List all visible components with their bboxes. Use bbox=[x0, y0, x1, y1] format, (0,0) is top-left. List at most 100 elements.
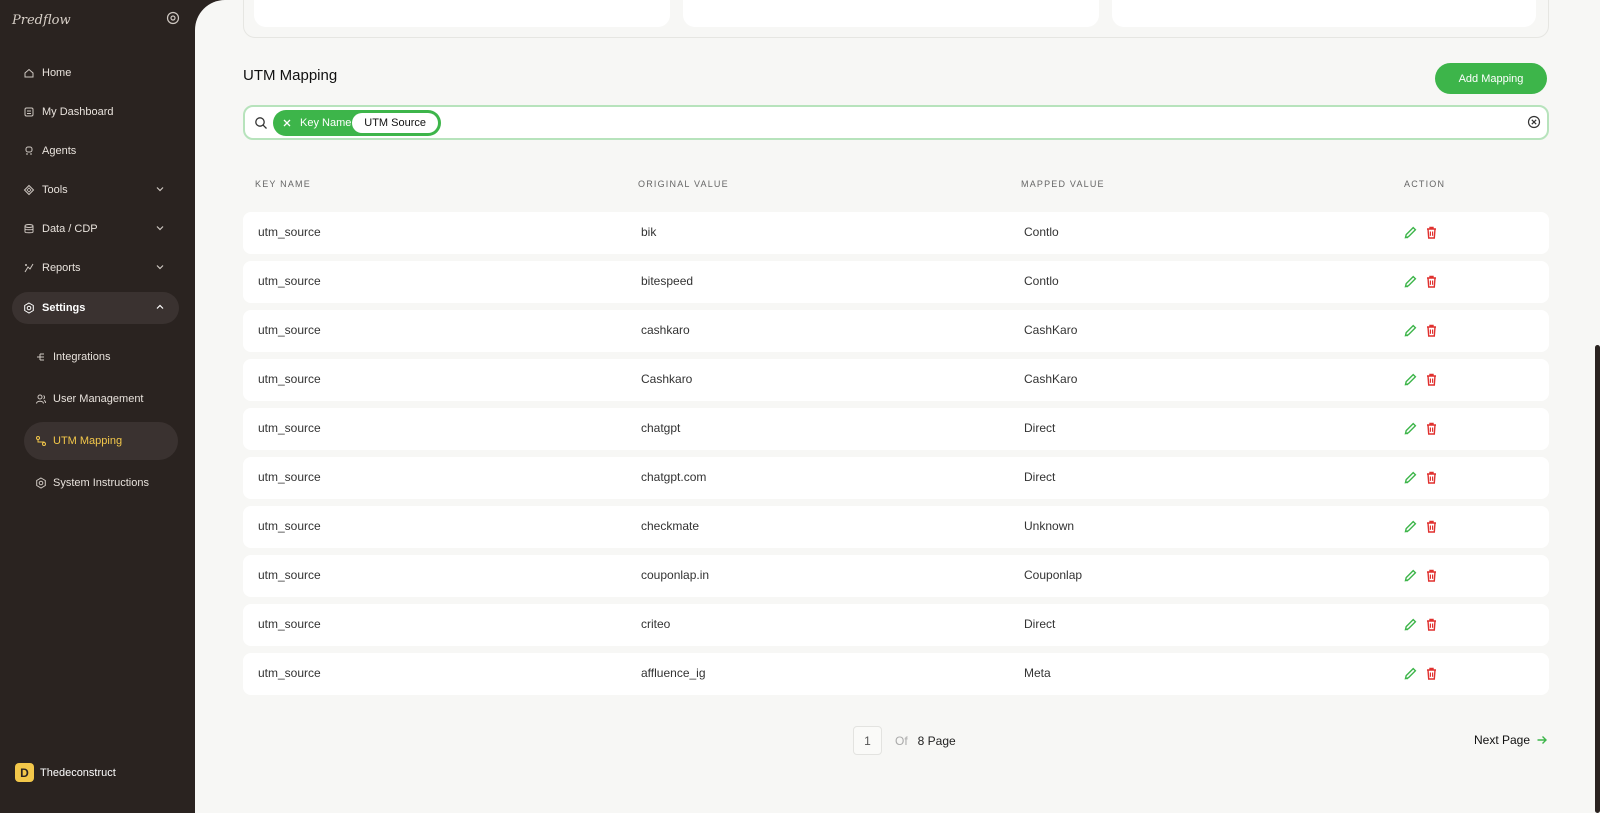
sidebar-subitem-label: User Management bbox=[53, 393, 144, 405]
user-account[interactable]: D Thedeconstruct bbox=[15, 763, 116, 782]
row-actions bbox=[1403, 274, 1445, 289]
delete-icon[interactable] bbox=[1424, 666, 1439, 681]
delete-icon[interactable] bbox=[1424, 421, 1439, 436]
table-row: utm_source criteo Direct bbox=[243, 604, 1549, 646]
chevron-down-icon bbox=[156, 265, 164, 270]
table-row: utm_source checkmate Unknown bbox=[243, 506, 1549, 548]
column-header-key-name: KEY NAME bbox=[255, 179, 311, 189]
edit-icon[interactable] bbox=[1403, 568, 1418, 583]
cell-key-name: utm_source bbox=[258, 323, 321, 337]
table-row: utm_source chatgpt Direct bbox=[243, 408, 1549, 450]
sidebar-item-home[interactable]: Home bbox=[12, 57, 179, 89]
delete-icon[interactable] bbox=[1424, 519, 1439, 534]
edit-icon[interactable] bbox=[1403, 617, 1418, 632]
mapping-icon bbox=[35, 435, 47, 447]
filter-key: Key Name bbox=[300, 117, 352, 129]
cell-original-value: cashkaro bbox=[641, 323, 690, 337]
pagination-of: Of bbox=[895, 733, 908, 748]
filter-value[interactable]: UTM Source bbox=[352, 113, 438, 133]
integrations-icon bbox=[35, 351, 47, 363]
cell-mapped-value: Contlo bbox=[1024, 225, 1059, 239]
page-number-input[interactable]: 1 bbox=[853, 726, 882, 755]
sidebar-item-tools[interactable]: Tools bbox=[12, 174, 179, 206]
sidebar-subitem-integrations[interactable]: Integrations bbox=[24, 338, 178, 376]
cell-mapped-value: Couponlap bbox=[1024, 568, 1083, 582]
edit-icon[interactable] bbox=[1403, 470, 1418, 485]
column-header-action: ACTION bbox=[1404, 179, 1446, 189]
next-page-button[interactable]: Next Page bbox=[1474, 733, 1548, 747]
cell-mapped-value: Contlo bbox=[1024, 274, 1059, 288]
delete-icon[interactable] bbox=[1424, 568, 1439, 583]
edit-icon[interactable] bbox=[1403, 323, 1418, 338]
delete-icon[interactable] bbox=[1424, 323, 1439, 338]
pagination: 1 Of 8 Page bbox=[853, 726, 956, 755]
clear-search-icon[interactable] bbox=[1527, 115, 1541, 129]
chevron-up-icon bbox=[156, 304, 164, 309]
delete-icon[interactable] bbox=[1424, 372, 1439, 387]
cell-key-name: utm_source bbox=[258, 470, 321, 484]
sidebar-item-reports[interactable]: Reports bbox=[12, 252, 179, 284]
cell-key-name: utm_source bbox=[258, 421, 321, 435]
user-name: Thedeconstruct bbox=[40, 766, 116, 779]
sidebar-item-agents[interactable]: Agents bbox=[12, 135, 179, 167]
sidebar-item-settings[interactable]: Settings bbox=[12, 292, 179, 324]
table-row: utm_source cashkaro CashKaro bbox=[243, 310, 1549, 352]
cell-original-value: bik bbox=[641, 225, 657, 239]
sidebar-subitem-utm-mapping[interactable]: UTM Mapping bbox=[24, 422, 178, 460]
cell-key-name: utm_source bbox=[258, 225, 321, 239]
row-actions bbox=[1403, 519, 1445, 534]
filter-search-bar[interactable]: Key Name UTM Source bbox=[243, 105, 1549, 140]
agent-icon bbox=[23, 145, 35, 157]
add-mapping-button[interactable]: Add Mapping bbox=[1435, 63, 1547, 94]
cell-original-value: checkmate bbox=[641, 519, 700, 533]
edit-icon[interactable] bbox=[1403, 666, 1418, 681]
sidebar-item-label: Agents bbox=[42, 145, 77, 157]
table-row: utm_source chatgpt.com Direct bbox=[243, 457, 1549, 499]
sidebar-subitem-label: Integrations bbox=[53, 351, 111, 363]
table-row: utm_source couponlap.in Couponlap bbox=[243, 555, 1549, 597]
delete-icon[interactable] bbox=[1424, 225, 1439, 240]
row-actions bbox=[1403, 568, 1445, 583]
table-row: utm_source Cashkaro CashKaro bbox=[243, 359, 1549, 401]
sidebar-item-label: My Dashboard bbox=[42, 106, 114, 118]
table-row: utm_source affluence_ig Meta bbox=[243, 653, 1549, 695]
sidebar-item-label: Reports bbox=[42, 262, 81, 274]
reports-icon bbox=[23, 262, 35, 274]
database-icon bbox=[23, 223, 35, 235]
delete-icon[interactable] bbox=[1424, 470, 1439, 485]
next-page-label: Next Page bbox=[1474, 733, 1531, 747]
cell-mapped-value: Direct bbox=[1024, 617, 1056, 631]
cell-original-value: chatgpt.com bbox=[641, 470, 707, 484]
delete-icon[interactable] bbox=[1424, 274, 1439, 289]
filter-chip[interactable]: Key Name UTM Source bbox=[273, 110, 441, 136]
sidebar-item-my-dashboard[interactable]: My Dashboard bbox=[12, 96, 179, 128]
summary-card bbox=[683, 0, 1099, 27]
cell-original-value: affluence_ig bbox=[641, 666, 706, 680]
sidebar-item-data-cdp[interactable]: Data / CDP bbox=[12, 213, 179, 245]
chevron-down-icon bbox=[156, 226, 164, 231]
edit-icon[interactable] bbox=[1403, 225, 1418, 240]
cell-key-name: utm_source bbox=[258, 617, 321, 631]
main-panel: UTM Mapping Add Mapping Key Name UTM Sou… bbox=[195, 0, 1600, 813]
brand-logo[interactable]: Predflow bbox=[12, 13, 71, 28]
settings-icon bbox=[23, 302, 35, 314]
settings-gear-icon[interactable] bbox=[166, 11, 180, 25]
remove-filter-icon[interactable] bbox=[282, 118, 292, 128]
edit-icon[interactable] bbox=[1403, 519, 1418, 534]
cell-original-value: Cashkaro bbox=[641, 372, 693, 386]
row-actions bbox=[1403, 666, 1445, 681]
sidebar-subitem-system-instructions[interactable]: System Instructions bbox=[24, 464, 178, 502]
instructions-icon bbox=[35, 477, 47, 489]
table-row: utm_source bitespeed Contlo bbox=[243, 261, 1549, 303]
edit-icon[interactable] bbox=[1403, 372, 1418, 387]
delete-icon[interactable] bbox=[1424, 617, 1439, 632]
row-actions bbox=[1403, 372, 1445, 387]
cell-key-name: utm_source bbox=[258, 666, 321, 680]
sidebar-subitem-user-management[interactable]: User Management bbox=[24, 380, 178, 418]
edit-icon[interactable] bbox=[1403, 274, 1418, 289]
sidebar-subitem-label: UTM Mapping bbox=[53, 435, 123, 447]
sidebar-item-label: Data / CDP bbox=[42, 223, 98, 235]
edit-icon[interactable] bbox=[1403, 421, 1418, 436]
scrollbar[interactable] bbox=[1595, 345, 1600, 813]
cell-key-name: utm_source bbox=[258, 519, 321, 533]
